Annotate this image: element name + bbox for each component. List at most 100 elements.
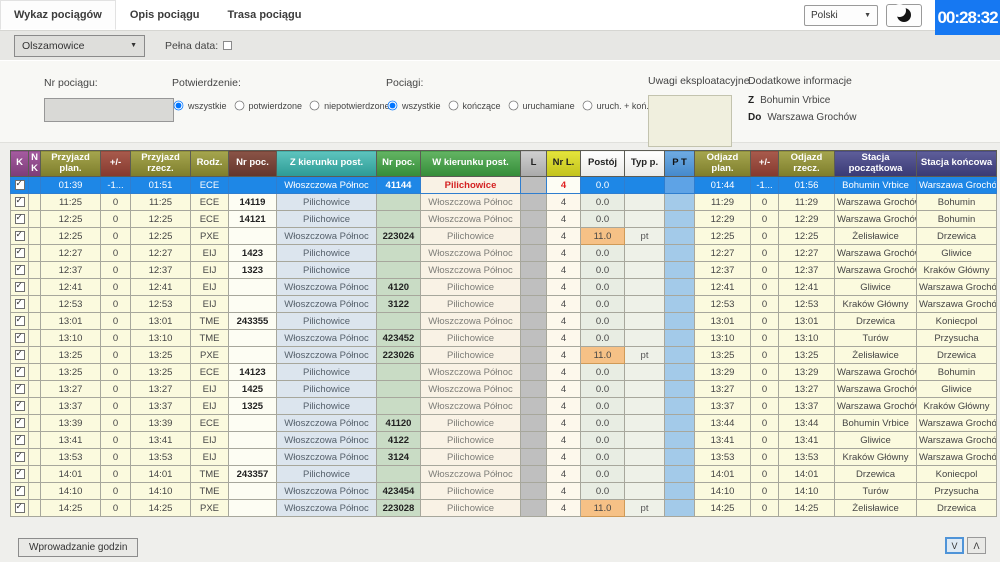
cell-przyjazd-plan: 11:25 [41, 194, 101, 211]
table-row[interactable]: 12:41012:41EIJWłoszczowa Północ4120Pilic… [11, 279, 997, 296]
row-checkbox[interactable] [15, 435, 25, 445]
radio-option-uruchamiane[interactable]: uruchamiane [507, 99, 575, 112]
table-row[interactable]: 12:25012:25ECE14121PilichowiceWłoszczowa… [11, 211, 997, 228]
cell-odjazd-rzecz: 12:37 [779, 262, 835, 279]
cell-nr-l: 4 [547, 245, 581, 262]
cell-typ-p [625, 194, 665, 211]
row-checkbox[interactable] [15, 367, 25, 377]
table-row[interactable]: 13:39013:39ECEWłoszczowa Północ41120Pili… [11, 415, 997, 432]
row-checkbox[interactable] [15, 452, 25, 462]
tab-wykaz-pociagow[interactable]: Wykaz pociągów [0, 0, 116, 30]
cell-rodz: TME [191, 313, 229, 330]
cell-nr-poc-w: 223028 [377, 500, 421, 517]
table-row[interactable]: 13:41013:41EIJWłoszczowa Północ4122Pilic… [11, 432, 997, 449]
radio-wszystkie[interactable] [388, 101, 398, 111]
table-row[interactable]: 12:53012:53EIJWłoszczowa Północ3122Pilic… [11, 296, 997, 313]
filter-panel: Nr pociągu: Potwierdzenie: wszystkiepotw… [0, 60, 1000, 143]
col-header-rodz: Rodz. [191, 151, 229, 177]
row-checkbox[interactable] [15, 265, 25, 275]
row-checkbox[interactable] [15, 401, 25, 411]
radio-option-niepotwierdzone[interactable]: niepotwierdzone [308, 99, 390, 112]
row-checkbox[interactable] [15, 486, 25, 496]
row-checkbox[interactable] [15, 350, 25, 360]
row-checkbox[interactable] [15, 282, 25, 292]
row-checkbox[interactable] [15, 503, 25, 513]
row-checkbox[interactable] [15, 248, 25, 258]
radio-uruch-koń[interactable] [582, 101, 592, 111]
language-select[interactable]: Polski ▼ [804, 5, 878, 26]
radio-option-potwierdzone[interactable]: potwierdzone [233, 99, 303, 112]
row-checkbox[interactable] [15, 384, 25, 394]
cell-nr-poc-z [229, 415, 277, 432]
operational-notes-textarea[interactable] [648, 95, 732, 147]
cell-przyjazd-roznica: 0 [101, 194, 131, 211]
cell-p-t [665, 245, 695, 262]
table-row[interactable]: 13:37013:37EIJ1325PilichowiceWłoszczowa … [11, 398, 997, 415]
table-row[interactable]: 13:10013:10TMEWłoszczowa Północ423452Pil… [11, 330, 997, 347]
row-checkbox[interactable] [15, 333, 25, 343]
row-checkbox[interactable] [15, 469, 25, 479]
full-date-checkbox[interactable] [223, 41, 232, 50]
table-row[interactable]: 12:27012:27EIJ1423PilichowiceWłoszczowa … [11, 245, 997, 262]
tab-opis-pociagu[interactable]: Opis pociągu [116, 0, 214, 30]
scroll-up-button[interactable]: Λ [967, 537, 986, 554]
cell-z-kierunku-post: Włoszczowa Północ [277, 432, 377, 449]
table-row[interactable]: 14:01014:01TME243357PilichowiceWłoszczow… [11, 466, 997, 483]
night-mode-button[interactable] [886, 4, 922, 27]
table-row[interactable]: 01:39-1...01:51ECEWłoszczowa Północ41144… [11, 177, 997, 194]
table-row[interactable]: 11:25011:25ECE14119PilichowiceWłoszczowa… [11, 194, 997, 211]
table-row[interactable]: 13:01013:01TME243355PilichowiceWłoszczow… [11, 313, 997, 330]
radio-niepotwierdzone[interactable] [310, 101, 320, 111]
cell-stacja-koncowa: Gliwice [917, 245, 997, 262]
cell-stacja-koncowa: Warszawa Grochów [917, 177, 997, 194]
cell-nr-poc-z: 243355 [229, 313, 277, 330]
table-row[interactable]: 13:25013:25ECE14123PilichowiceWłoszczowa… [11, 364, 997, 381]
table-row[interactable]: 13:25013:25PXEWłoszczowa Północ223026Pil… [11, 347, 997, 364]
radio-uruchamiane[interactable] [508, 101, 518, 111]
top-bar: Wykaz pociągów Opis pociągu Trasa pociąg… [0, 0, 1000, 30]
row-checkbox[interactable] [15, 197, 25, 207]
cell-w-kierunku-post: Włoszczowa Północ [421, 262, 521, 279]
train-number-input[interactable] [44, 98, 174, 122]
cell-l [521, 415, 547, 432]
cell-p-t [665, 279, 695, 296]
cell-l [521, 296, 547, 313]
cell-nr-l: 4 [547, 330, 581, 347]
scroll-down-button[interactable]: V [945, 537, 964, 554]
row-checkbox[interactable] [15, 231, 25, 241]
cell-nr-poc-w [377, 245, 421, 262]
enter-times-button[interactable]: Wprowadzanie godzin [18, 538, 138, 557]
radio-option-wszystkie[interactable]: wszystkie [172, 99, 227, 112]
radio-potwierdzone[interactable] [234, 101, 244, 111]
radio-wszystkie[interactable] [174, 101, 184, 111]
cell-nr-poc-w [377, 194, 421, 211]
cell-l [521, 194, 547, 211]
radio-option-uruch-koń[interactable]: uruch. + koń. [581, 99, 649, 112]
table-row[interactable]: 14:10014:10TMEWłoszczowa Północ423454Pil… [11, 483, 997, 500]
table-row[interactable]: 13:53013:53EIJWłoszczowa Północ3124Pilic… [11, 449, 997, 466]
row-checkbox[interactable] [15, 418, 25, 428]
row-checkbox[interactable] [15, 316, 25, 326]
cell-przyjazd-roznica: 0 [101, 449, 131, 466]
radio-option-wszystkie[interactable]: wszystkie [386, 99, 441, 112]
row-checkbox[interactable] [15, 214, 25, 224]
radio-kończące[interactable] [448, 101, 458, 111]
row-checkbox[interactable] [15, 299, 25, 309]
cell-odjazd-roznica: 0 [751, 364, 779, 381]
cell-rodz: TME [191, 483, 229, 500]
operational-notes-label: Uwagi eksploatacyjne [648, 75, 750, 87]
cell-l [521, 228, 547, 245]
table-row[interactable]: 12:25012:25PXEWłoszczowa Północ223024Pil… [11, 228, 997, 245]
cell-odjazd-roznica: 0 [751, 381, 779, 398]
table-row[interactable]: 14:25014:25PXEWłoszczowa Północ223028Pil… [11, 500, 997, 517]
table-row[interactable]: 12:37012:37EIJ1323PilichowiceWłoszczowa … [11, 262, 997, 279]
cell-przyjazd-roznica: 0 [101, 262, 131, 279]
station-select[interactable]: Olszamowice ▼ [14, 35, 145, 57]
tab-trasa-pociagu[interactable]: Trasa pociągu [214, 0, 316, 30]
cell-typ-p [625, 364, 665, 381]
row-checkbox[interactable] [15, 180, 25, 190]
cell-odjazd-roznica: 0 [751, 500, 779, 517]
table-row[interactable]: 13:27013:27EIJ1425PilichowiceWłoszczowa … [11, 381, 997, 398]
cell-odjazd-plan: 13:53 [695, 449, 751, 466]
radio-option-kończące[interactable]: kończące [447, 99, 501, 112]
